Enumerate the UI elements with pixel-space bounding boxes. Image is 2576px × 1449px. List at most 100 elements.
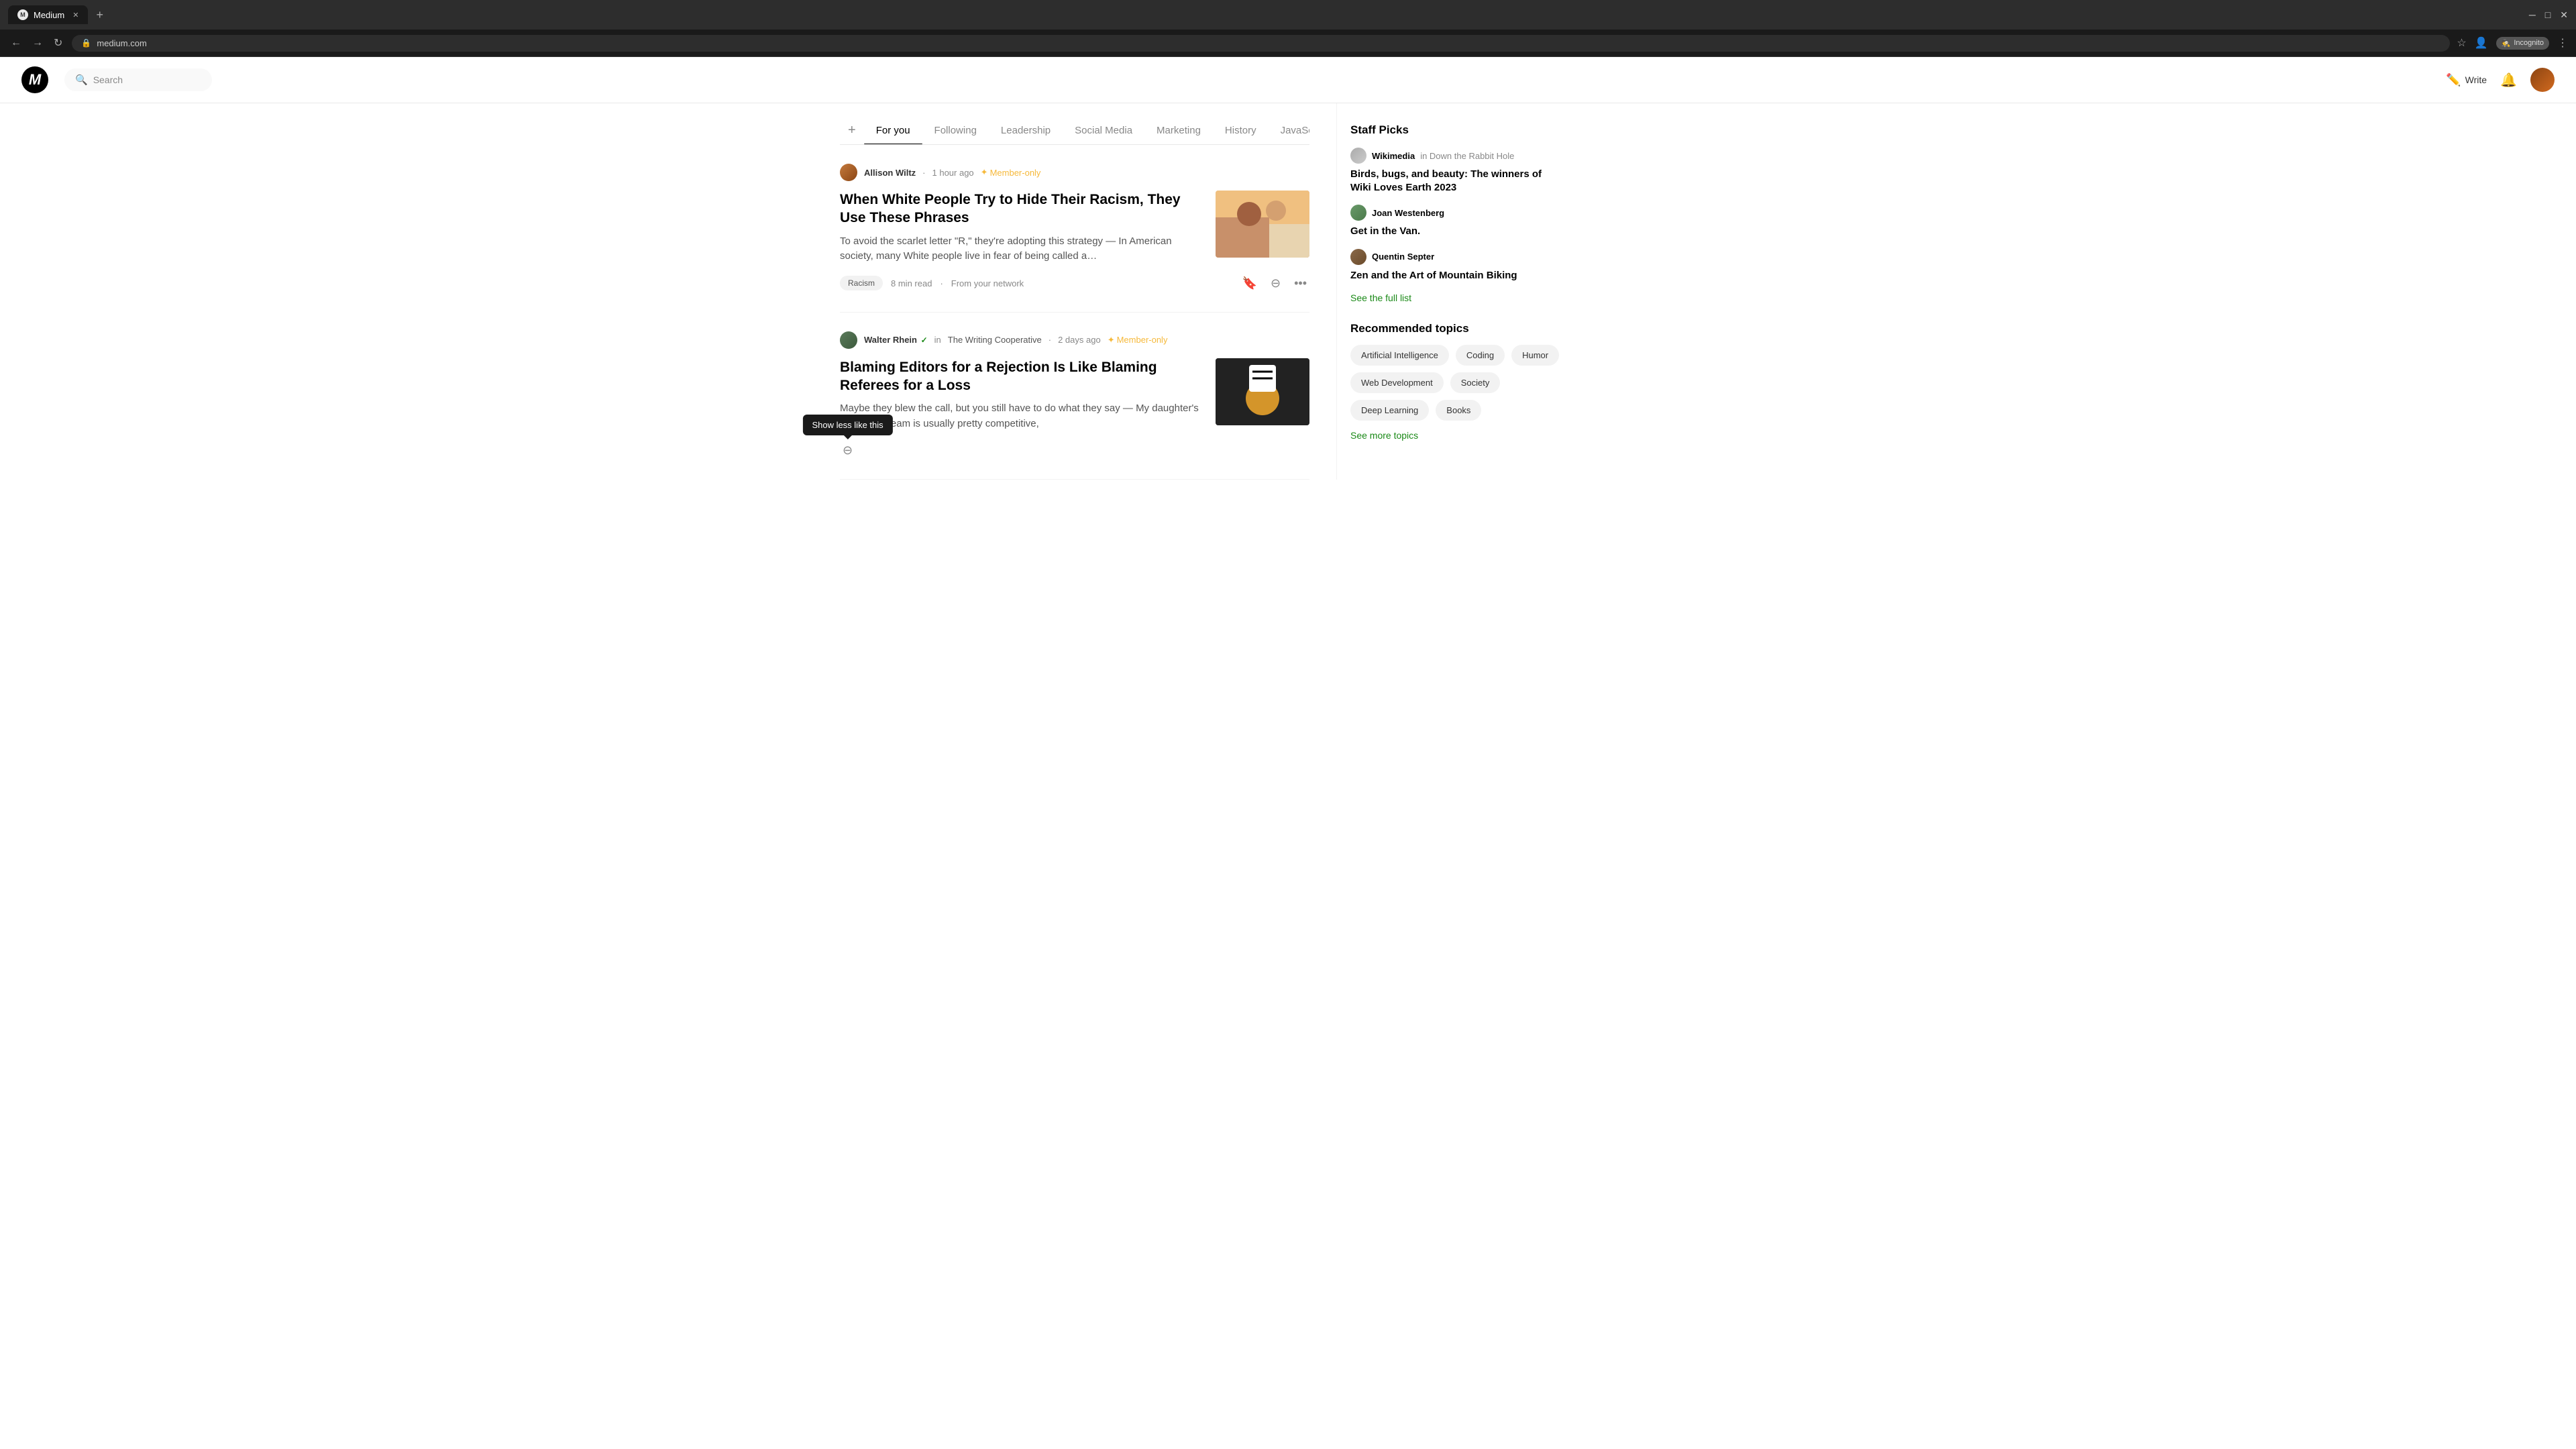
secure-icon: 🔒 — [81, 38, 91, 48]
pick-author-joan: Joan Westenberg — [1350, 205, 1564, 221]
logo-icon: M — [21, 66, 48, 93]
see-more-topics-link[interactable]: See more topics — [1350, 430, 1564, 441]
member-badge-racism: ✦ Member-only — [981, 167, 1041, 178]
minus-button-editors[interactable]: ⊖ — [840, 441, 855, 460]
bookmark-star-button[interactable]: ☆ — [2457, 36, 2466, 50]
separator-editors: · — [1049, 335, 1051, 345]
walter-name-text: Walter Rhein — [864, 335, 917, 345]
pick-title-joan[interactable]: Get in the Van. — [1350, 225, 1564, 238]
article-thumbnail-racism[interactable] — [1216, 191, 1309, 258]
pick-author-wikimedia: Wikimedia in Down the Rabbit Hole — [1350, 148, 1564, 164]
maximize-button[interactable]: □ — [2545, 9, 2551, 21]
browser-tab-medium[interactable]: M Medium ✕ — [8, 5, 88, 24]
header-right: ✏️ Write 🔔 — [2446, 68, 2555, 92]
article-excerpt-editors: Maybe they blew the call, but you still … — [840, 401, 1202, 431]
author-name-allison[interactable]: Allison Wiltz — [864, 168, 916, 178]
tab-history[interactable]: History — [1213, 117, 1269, 144]
staff-pick-quentin: Quentin Septer Zen and the Art of Mounta… — [1350, 249, 1564, 282]
tab-leadership[interactable]: Leadership — [989, 117, 1063, 144]
article-thumbnail-editors[interactable] — [1216, 358, 1309, 425]
pick-name-wikimedia[interactable]: Wikimedia — [1372, 151, 1415, 161]
user-avatar[interactable] — [2530, 68, 2555, 92]
tab-following-label: Following — [934, 125, 977, 136]
tab-title: Medium — [34, 10, 64, 20]
feed-tabs: + For you Following Leadership Social Me… — [840, 103, 1309, 145]
topics-grid: Artificial Intelligence Coding Humor Web… — [1350, 345, 1564, 421]
topic-society[interactable]: Society — [1450, 372, 1501, 393]
pick-name-quentin[interactable]: Quentin Septer — [1372, 252, 1434, 262]
topic-coding[interactable]: Coding — [1456, 345, 1505, 366]
search-bar[interactable]: 🔍 Search — [64, 68, 212, 91]
recommended-topics-section: Recommended topics Artificial Intelligen… — [1350, 322, 1564, 441]
article-title-racism[interactable]: When White People Try to Hide Their Raci… — [840, 191, 1202, 227]
back-button[interactable]: ← — [8, 34, 24, 52]
tab-social-media-label: Social Media — [1075, 125, 1132, 136]
tab-bar: M Medium ✕ + — [8, 5, 2522, 24]
incognito-badge: 🕵 Incognito — [2496, 37, 2549, 50]
pick-name-joan[interactable]: Joan Westenberg — [1372, 208, 1444, 218]
tab-javascript[interactable]: JavaSc… — [1269, 117, 1309, 144]
topic-humor[interactable]: Humor — [1511, 345, 1559, 366]
topic-books[interactable]: Books — [1436, 400, 1481, 421]
article-excerpt-racism: To avoid the scarlet letter "R," they're… — [840, 234, 1202, 264]
article-content-editors: Blaming Editors for a Rejection Is Like … — [840, 358, 1309, 432]
tab-social-media[interactable]: Social Media — [1063, 117, 1144, 144]
staff-picks-title: Staff Picks — [1350, 123, 1564, 137]
author-avatar-allison — [840, 164, 857, 181]
feed-column: + For you Following Leadership Social Me… — [840, 103, 1336, 480]
tab-marketing-label: Marketing — [1157, 125, 1201, 136]
article-title-editors[interactable]: Blaming Editors for a Rejection Is Like … — [840, 358, 1202, 395]
separator-racism: · — [940, 278, 943, 288]
pick-title-quentin[interactable]: Zen and the Art of Mountain Biking — [1350, 269, 1564, 282]
pick-title-wikimedia[interactable]: Birds, bugs, and beauty: The winners of … — [1350, 168, 1564, 194]
minus-button-racism[interactable]: ⊖ — [1268, 274, 1283, 293]
pick-avatar-joan — [1350, 205, 1366, 221]
menu-button[interactable]: ⋮ — [2557, 36, 2568, 50]
article-meta-editors: Walter Rhein ✓ in The Writing Cooperativ… — [840, 331, 1309, 349]
url-bar[interactable]: 🔒 medium.com — [72, 35, 2450, 52]
reload-button[interactable]: ↻ — [51, 34, 65, 52]
time-racism: 1 hour ago — [932, 168, 974, 178]
tag-racism[interactable]: Racism — [840, 276, 883, 290]
time-ago-racism: · — [922, 168, 925, 178]
search-icon: 🔍 — [75, 74, 88, 86]
tab-for-you[interactable]: For you — [864, 117, 922, 144]
forward-button[interactable]: → — [30, 34, 46, 52]
topic-ai[interactable]: Artificial Intelligence — [1350, 345, 1449, 366]
minimize-button[interactable]: ─ — [2529, 9, 2536, 21]
topic-web-dev[interactable]: Web Development — [1350, 372, 1444, 393]
main-layout: + For you Following Leadership Social Me… — [818, 103, 1758, 480]
pick-author-quentin: Quentin Septer — [1350, 249, 1564, 265]
staff-picks-section: Staff Picks Wikimedia in Down the Rabbit… — [1350, 123, 1564, 303]
pick-avatar-wikimedia — [1350, 148, 1366, 164]
tab-following[interactable]: Following — [922, 117, 989, 144]
tab-marketing[interactable]: Marketing — [1144, 117, 1213, 144]
bookmark-button-racism[interactable]: 🔖 — [1240, 274, 1260, 293]
notifications-button[interactable]: 🔔 — [2500, 72, 2517, 89]
verified-icon-walter: ✓ — [921, 335, 928, 345]
tab-close-btn[interactable]: ✕ — [72, 11, 78, 19]
more-options-button-racism[interactable]: ••• — [1291, 274, 1309, 293]
tab-for-you-label: For you — [876, 125, 910, 136]
new-tab-button[interactable]: + — [91, 7, 109, 23]
member-badge-editors: ✦ Member-only — [1108, 335, 1168, 345]
article-content-racism: When White People Try to Hide Their Raci… — [840, 191, 1309, 264]
write-button[interactable]: ✏️ Write — [2446, 73, 2487, 87]
author-name-walter[interactable]: Walter Rhein ✓ — [864, 335, 928, 345]
add-tab-button[interactable]: + — [840, 117, 864, 144]
bell-icon: 🔔 — [2500, 73, 2517, 88]
pub-name-editors[interactable]: The Writing Cooperative — [948, 335, 1042, 345]
article-editors: Walter Rhein ✓ in The Writing Cooperativ… — [840, 313, 1309, 480]
article-meta-racism: Allison Wiltz · 1 hour ago ✦ Member-only — [840, 164, 1309, 181]
logo-m-text: M — [29, 71, 41, 89]
address-bar: ← → ↻ 🔒 medium.com ☆ 👤 🕵 Incognito ⋮ — [0, 30, 2576, 57]
topic-deep-learning[interactable]: Deep Learning — [1350, 400, 1429, 421]
medium-logo[interactable]: M — [21, 66, 48, 93]
article-footer-racism: Racism 8 min read · From your network 🔖 … — [840, 274, 1309, 293]
author-avatar-walter — [840, 331, 857, 349]
see-full-list-link[interactable]: See the full list — [1350, 292, 1564, 303]
close-window-button[interactable]: ✕ — [2560, 9, 2568, 21]
profile-button[interactable]: 👤 — [2475, 36, 2488, 50]
star-icon-racism: ✦ — [981, 167, 988, 178]
tab-leadership-label: Leadership — [1001, 125, 1051, 136]
